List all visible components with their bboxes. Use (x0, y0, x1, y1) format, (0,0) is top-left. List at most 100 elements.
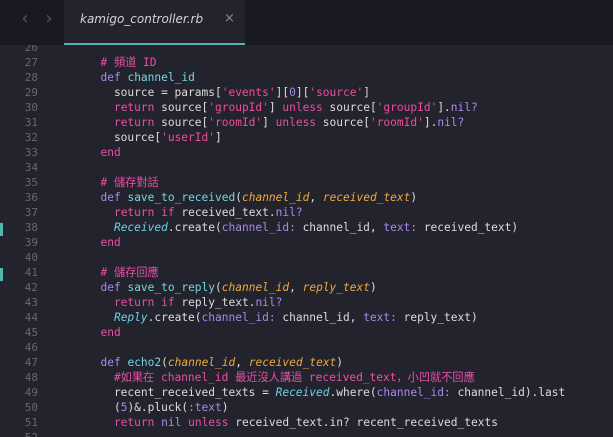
line-number: 35 (24, 176, 38, 189)
back-arrow-icon[interactable]: ‹ (14, 0, 36, 40)
line-number: 45 (24, 326, 38, 339)
code-line[interactable]: 46 (0, 340, 613, 355)
code-text: source['userId'] (87, 130, 222, 145)
code-line[interactable]: 39 end (0, 235, 613, 250)
code-line[interactable]: 51 return nil unless received_text.in? r… (0, 415, 613, 430)
code-token: ][ (275, 86, 290, 99)
code-token: nil? (255, 296, 283, 309)
code-token: # 頻道 ID (87, 56, 157, 69)
line-number: 27 (24, 56, 38, 69)
code-line[interactable]: 26 (0, 45, 613, 55)
line-number: 42 (24, 281, 38, 294)
code-token: received_text) (417, 221, 519, 234)
line-number: 40 (24, 251, 38, 264)
code-line[interactable]: 45 end (0, 325, 613, 340)
code-line[interactable]: 31 return source['roomId'] unless source… (0, 115, 613, 130)
code-line[interactable]: 41 # 儲存回應 (0, 265, 613, 280)
line-number: 44 (24, 311, 38, 324)
code-text: source = params['events'][0]['source'] (87, 85, 370, 100)
line-number: 26 (24, 45, 38, 54)
code-token: # 儲存對話 (87, 176, 159, 189)
code-line[interactable]: 34 (0, 160, 613, 175)
code-token: channel_id (127, 71, 195, 84)
code-line[interactable]: 32 source['userId'] (0, 130, 613, 145)
code-token: channel_id: (376, 386, 451, 399)
line-number: 47 (24, 356, 38, 369)
code-token: source[ (322, 101, 377, 114)
line-number: 33 (24, 146, 38, 159)
line-number: 36 (24, 191, 38, 204)
code-text: end (87, 145, 120, 160)
code-token: channel_id).last (450, 386, 566, 399)
code-token: def (100, 191, 121, 204)
code-token: reply_text. (174, 296, 256, 309)
line-number: 32 (24, 131, 38, 144)
code-text: return source['groupId'] unless source['… (87, 100, 478, 115)
code-token: ) (410, 191, 418, 204)
code-area[interactable]: 26 27 # 頻道 ID 28 def channel_id 29 source =… (0, 45, 613, 437)
code-token: 'groupId' (208, 101, 269, 114)
code-token: end (100, 326, 121, 339)
code-token: channel_id: (201, 311, 276, 324)
code-line[interactable]: 52 (0, 430, 613, 437)
code-token: source = params[ (87, 86, 222, 99)
line-number: 50 (24, 401, 38, 414)
code-token: ( (215, 281, 222, 294)
code-line[interactable]: 37 return if received_text.nil? (0, 205, 613, 220)
code-line[interactable]: 27 # 頻道 ID (0, 55, 613, 70)
code-token: 'roomId' (369, 116, 424, 129)
code-line[interactable]: 38 Received.create(channel_id: channel_i… (0, 220, 613, 235)
code-line[interactable]: 49 recent_received_texts = Received.wher… (0, 385, 613, 400)
code-token: received_text (248, 356, 337, 369)
code-token: recent_received_texts = (87, 386, 276, 399)
code-token: #如果在 channel_id 最近沒人講過 received_text，小凹就… (87, 371, 475, 384)
code-token: nil? (275, 206, 303, 219)
close-icon[interactable]: × (224, 11, 235, 26)
code-line[interactable]: 48 #如果在 channel_id 最近沒人講過 received_text，… (0, 370, 613, 385)
line-number: 48 (24, 371, 38, 384)
code-text: end (87, 325, 121, 340)
code-line[interactable]: 40 (0, 250, 613, 265)
code-token: channel_id (241, 191, 310, 204)
code-token: )&.pluck( (127, 401, 189, 414)
code-token: ] (214, 131, 222, 144)
line-number: 34 (24, 161, 38, 174)
code-line[interactable]: 33 end (0, 145, 613, 160)
code-line[interactable]: 42 def save_to_reply(channel_id, reply_t… (0, 280, 613, 295)
code-line[interactable]: 35 # 儲存對話 (0, 175, 613, 190)
code-token: received_text (322, 191, 411, 204)
code-token: .create( (167, 221, 222, 234)
code-line[interactable]: 30 return source['groupId'] unless sourc… (0, 100, 613, 115)
code-token: return (113, 101, 155, 114)
code-line[interactable]: 44 Reply.create(channel_id: channel_id, … (0, 310, 613, 325)
code-token: echo2 (127, 356, 162, 369)
code-token: channel_id (167, 356, 236, 369)
code-editor: ‹ › kamigo_controller.rb × 26 27 # 頻道 ID 2… (0, 0, 613, 437)
code-line[interactable]: 43 return if reply_text.nil? (0, 295, 613, 310)
code-token: ] (268, 101, 283, 114)
code-token: 'events' (221, 86, 276, 99)
line-number: 43 (24, 296, 38, 309)
code-token: source[ (316, 116, 370, 129)
code-token: def (100, 71, 121, 84)
line-number: 31 (24, 116, 38, 129)
code-line[interactable]: 47 def echo2(channel_id, received_text) (0, 355, 613, 370)
code-token: if (161, 296, 175, 309)
code-line[interactable]: 50 (5)&.pluck(:text) (0, 400, 613, 415)
code-token: def (100, 356, 121, 369)
forward-arrow-icon[interactable]: › (38, 0, 60, 40)
code-token: :text (188, 401, 222, 414)
code-token: ( (87, 401, 121, 414)
tab-kamigo-controller[interactable]: kamigo_controller.rb × (64, 0, 245, 45)
code-token: ][ (295, 86, 310, 99)
code-line[interactable]: 29 source = params['events'][0]['source'… (0, 85, 613, 100)
code-line[interactable]: 28 def channel_id (0, 70, 613, 85)
code-token: received_text.in? recent_received_texts (228, 416, 498, 429)
code-token: source[ (154, 116, 209, 129)
code-line[interactable]: 36 def save_to_received(channel_id, rece… (0, 190, 613, 205)
